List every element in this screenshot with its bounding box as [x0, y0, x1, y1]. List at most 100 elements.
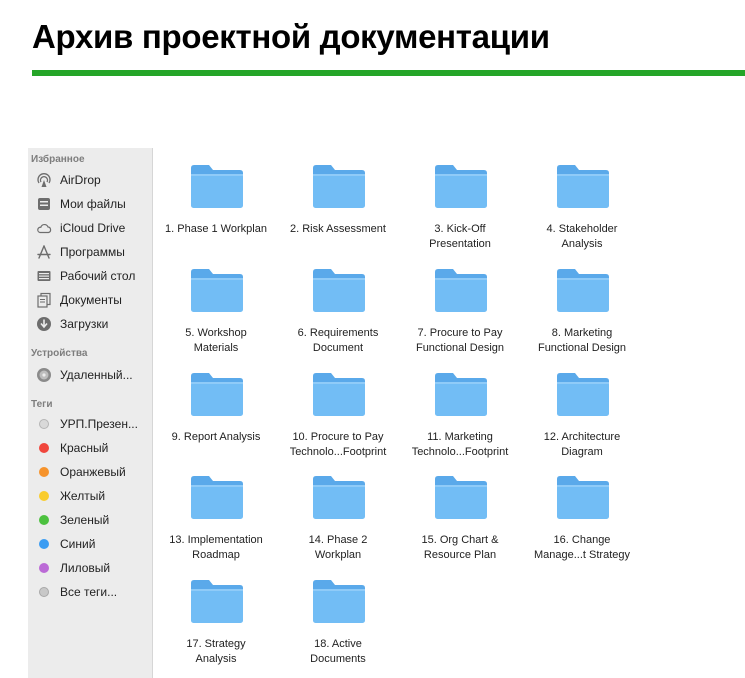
- folder-item[interactable]: 7. Procure to Pay Functional Design: [400, 256, 520, 356]
- folder-icon: [435, 165, 487, 208]
- folder-name: 9. Report Analysis: [156, 430, 276, 445]
- sidebar-item-downloads[interactable]: Загрузки: [36, 314, 152, 334]
- sidebar-tag-orange[interactable]: Оранжевый: [36, 462, 152, 482]
- folder-item[interactable]: 12. Architecture Diagram: [522, 360, 642, 460]
- folder-name-line-2: Analysis: [561, 238, 603, 250]
- sidebar-tag-green[interactable]: Зеленый: [36, 510, 152, 530]
- sidebar-item-label: Мои файлы: [60, 197, 126, 211]
- folder-icon: [191, 476, 243, 519]
- folder-item[interactable]: 11. Marketing Technolo...Footprint: [400, 360, 520, 460]
- sidebar-item-label: Документы: [60, 293, 122, 307]
- folder-name-line-1: 1. Phase 1 Workplan: [165, 223, 267, 235]
- folder-icon: [435, 476, 487, 519]
- tag-color-dot: [39, 587, 49, 597]
- folder-name: 5. Workshop Materials: [156, 326, 276, 356]
- folder-name-line-2: Functional Design: [537, 342, 627, 354]
- folder-item[interactable]: 16. Change Manage...t Strategy: [522, 463, 642, 563]
- folder-item[interactable]: 5. Workshop Materials: [156, 256, 276, 356]
- my-files-icon: [36, 196, 52, 212]
- folder-item[interactable]: 10. Procure to Pay Technolo...Footprint: [278, 360, 398, 460]
- sidebar-item-label: Желтый: [60, 489, 106, 503]
- applications-icon: [36, 244, 52, 260]
- folder-grid: 1. Phase 1 Workplan 2. Risk Assessment 3. …: [152, 148, 745, 678]
- sidebar-tag-purple[interactable]: Лиловый: [36, 558, 152, 578]
- folder-name-line-1: 18. Active: [314, 638, 362, 650]
- downloads-icon: [36, 316, 52, 332]
- folder-item[interactable]: 4. Stakeholder Analysis: [522, 152, 642, 252]
- folder-icon: [313, 373, 365, 416]
- folder-name-line-2: Resource Plan: [423, 549, 497, 561]
- folder-name: 13. Implementation Roadmap: [156, 533, 276, 563]
- sidebar-item-label: УРП.Презен...: [60, 417, 138, 431]
- folder-name-line-1: 8. Marketing: [551, 327, 613, 339]
- folder-name-line-1: 3. Kick-Off: [434, 223, 486, 235]
- sidebar-heading-devices: Устройства: [31, 348, 88, 359]
- page-title: Архив проектной документации: [32, 18, 550, 55]
- sidebar-item-label: AirDrop: [60, 173, 101, 187]
- tag-color-dot: [39, 419, 49, 429]
- folder-name: 15. Org Chart & Resource Plan: [400, 533, 520, 563]
- folder-item[interactable]: 2. Risk Assessment: [278, 152, 398, 252]
- folder-name-line-1: 2. Risk Assessment: [290, 223, 386, 235]
- folder-item[interactable]: 14. Phase 2 Workplan: [278, 463, 398, 563]
- sidebar-item-label: Красный: [60, 441, 109, 455]
- folder-icon: [191, 165, 243, 208]
- folder-icon: [191, 269, 243, 312]
- sidebar-item-desktop[interactable]: Рабочий стол: [36, 266, 152, 286]
- folder-name: 17. Strategy Analysis: [156, 637, 276, 667]
- sidebar-item-my-files[interactable]: Мои файлы: [36, 194, 152, 214]
- folder-name-line-2: Functional Design: [415, 342, 505, 354]
- sidebar-tag-red[interactable]: Красный: [36, 438, 152, 458]
- tag-color-dot: [39, 539, 49, 549]
- folder-item[interactable]: 17. Strategy Analysis: [156, 567, 276, 667]
- documents-icon: [36, 292, 52, 308]
- sidebar-item-remote-disc[interactable]: Удаленный...: [36, 365, 152, 385]
- sidebar-item-applications[interactable]: Программы: [36, 242, 152, 262]
- folder-name: 7. Procure to Pay Functional Design: [400, 326, 520, 356]
- sidebar-item-label: Синий: [60, 537, 96, 551]
- cloud-icon: [36, 220, 52, 236]
- folder-name: 18. Active Documents: [278, 637, 398, 667]
- folder-name-line-1: 6. Requirements: [297, 327, 379, 339]
- folder-name: 3. Kick-Off Presentation: [400, 222, 520, 252]
- sidebar-item-airdrop[interactable]: AirDrop: [36, 170, 152, 190]
- sidebar-item-icloud-drive[interactable]: iCloud Drive: [36, 218, 152, 238]
- folder-name-line-2: Workplan: [314, 549, 362, 561]
- folder-name-line-1: 15. Org Chart &: [421, 534, 499, 546]
- folder-name-line-1: 7. Procure to Pay: [417, 327, 503, 339]
- folder-item[interactable]: 6. Requirements Document: [278, 256, 398, 356]
- folder-name-line-2: Analysis: [195, 653, 237, 665]
- sidebar-tag-blue[interactable]: Синий: [36, 534, 152, 554]
- tag-color-dot: [39, 443, 49, 453]
- folder-name-line-2: Technolo...Footprint: [289, 446, 387, 458]
- folder-icon: [557, 269, 609, 312]
- tag-color-dot: [39, 491, 49, 501]
- sidebar-tag-all-tags[interactable]: Все теги...: [36, 582, 152, 602]
- sidebar-item-label: Программы: [60, 245, 125, 259]
- airdrop-icon: [36, 172, 52, 188]
- folder-name-line-1: 11. Marketing: [427, 431, 493, 443]
- folder-icon: [191, 580, 243, 623]
- folder-icon: [557, 165, 609, 208]
- folder-item[interactable]: 9. Report Analysis: [156, 360, 276, 460]
- folder-name-line-1: 12. Architecture: [543, 431, 621, 443]
- folder-name-line-2: Materials: [193, 342, 239, 354]
- folder-name-line-2: Documents: [310, 653, 366, 665]
- folder-item[interactable]: 13. Implementation Roadmap: [156, 463, 276, 563]
- sidebar-item-documents[interactable]: Документы: [36, 290, 152, 310]
- folder-name-line-1: 14. Phase 2: [308, 534, 368, 546]
- sidebar-item-label: Удаленный...: [60, 368, 133, 382]
- folder-item[interactable]: 3. Kick-Off Presentation: [400, 152, 520, 252]
- tag-color-dot: [39, 563, 49, 573]
- folder-item[interactable]: 18. Active Documents: [278, 567, 398, 667]
- sidebar-tag-yellow[interactable]: Желтый: [36, 486, 152, 506]
- tag-color-dot: [39, 467, 49, 477]
- folder-item[interactable]: 8. Marketing Functional Design: [522, 256, 642, 356]
- folder-name: 16. Change Manage...t Strategy: [522, 533, 642, 563]
- folder-icon: [557, 476, 609, 519]
- folder-name-line-1: 10. Procure to Pay: [292, 431, 384, 443]
- folder-item[interactable]: 15. Org Chart & Resource Plan: [400, 463, 520, 563]
- sidebar-tag-urp[interactable]: УРП.Презен...: [36, 414, 152, 434]
- sidebar-item-label: Все теги...: [60, 585, 118, 599]
- folder-item[interactable]: 1. Phase 1 Workplan: [156, 152, 276, 252]
